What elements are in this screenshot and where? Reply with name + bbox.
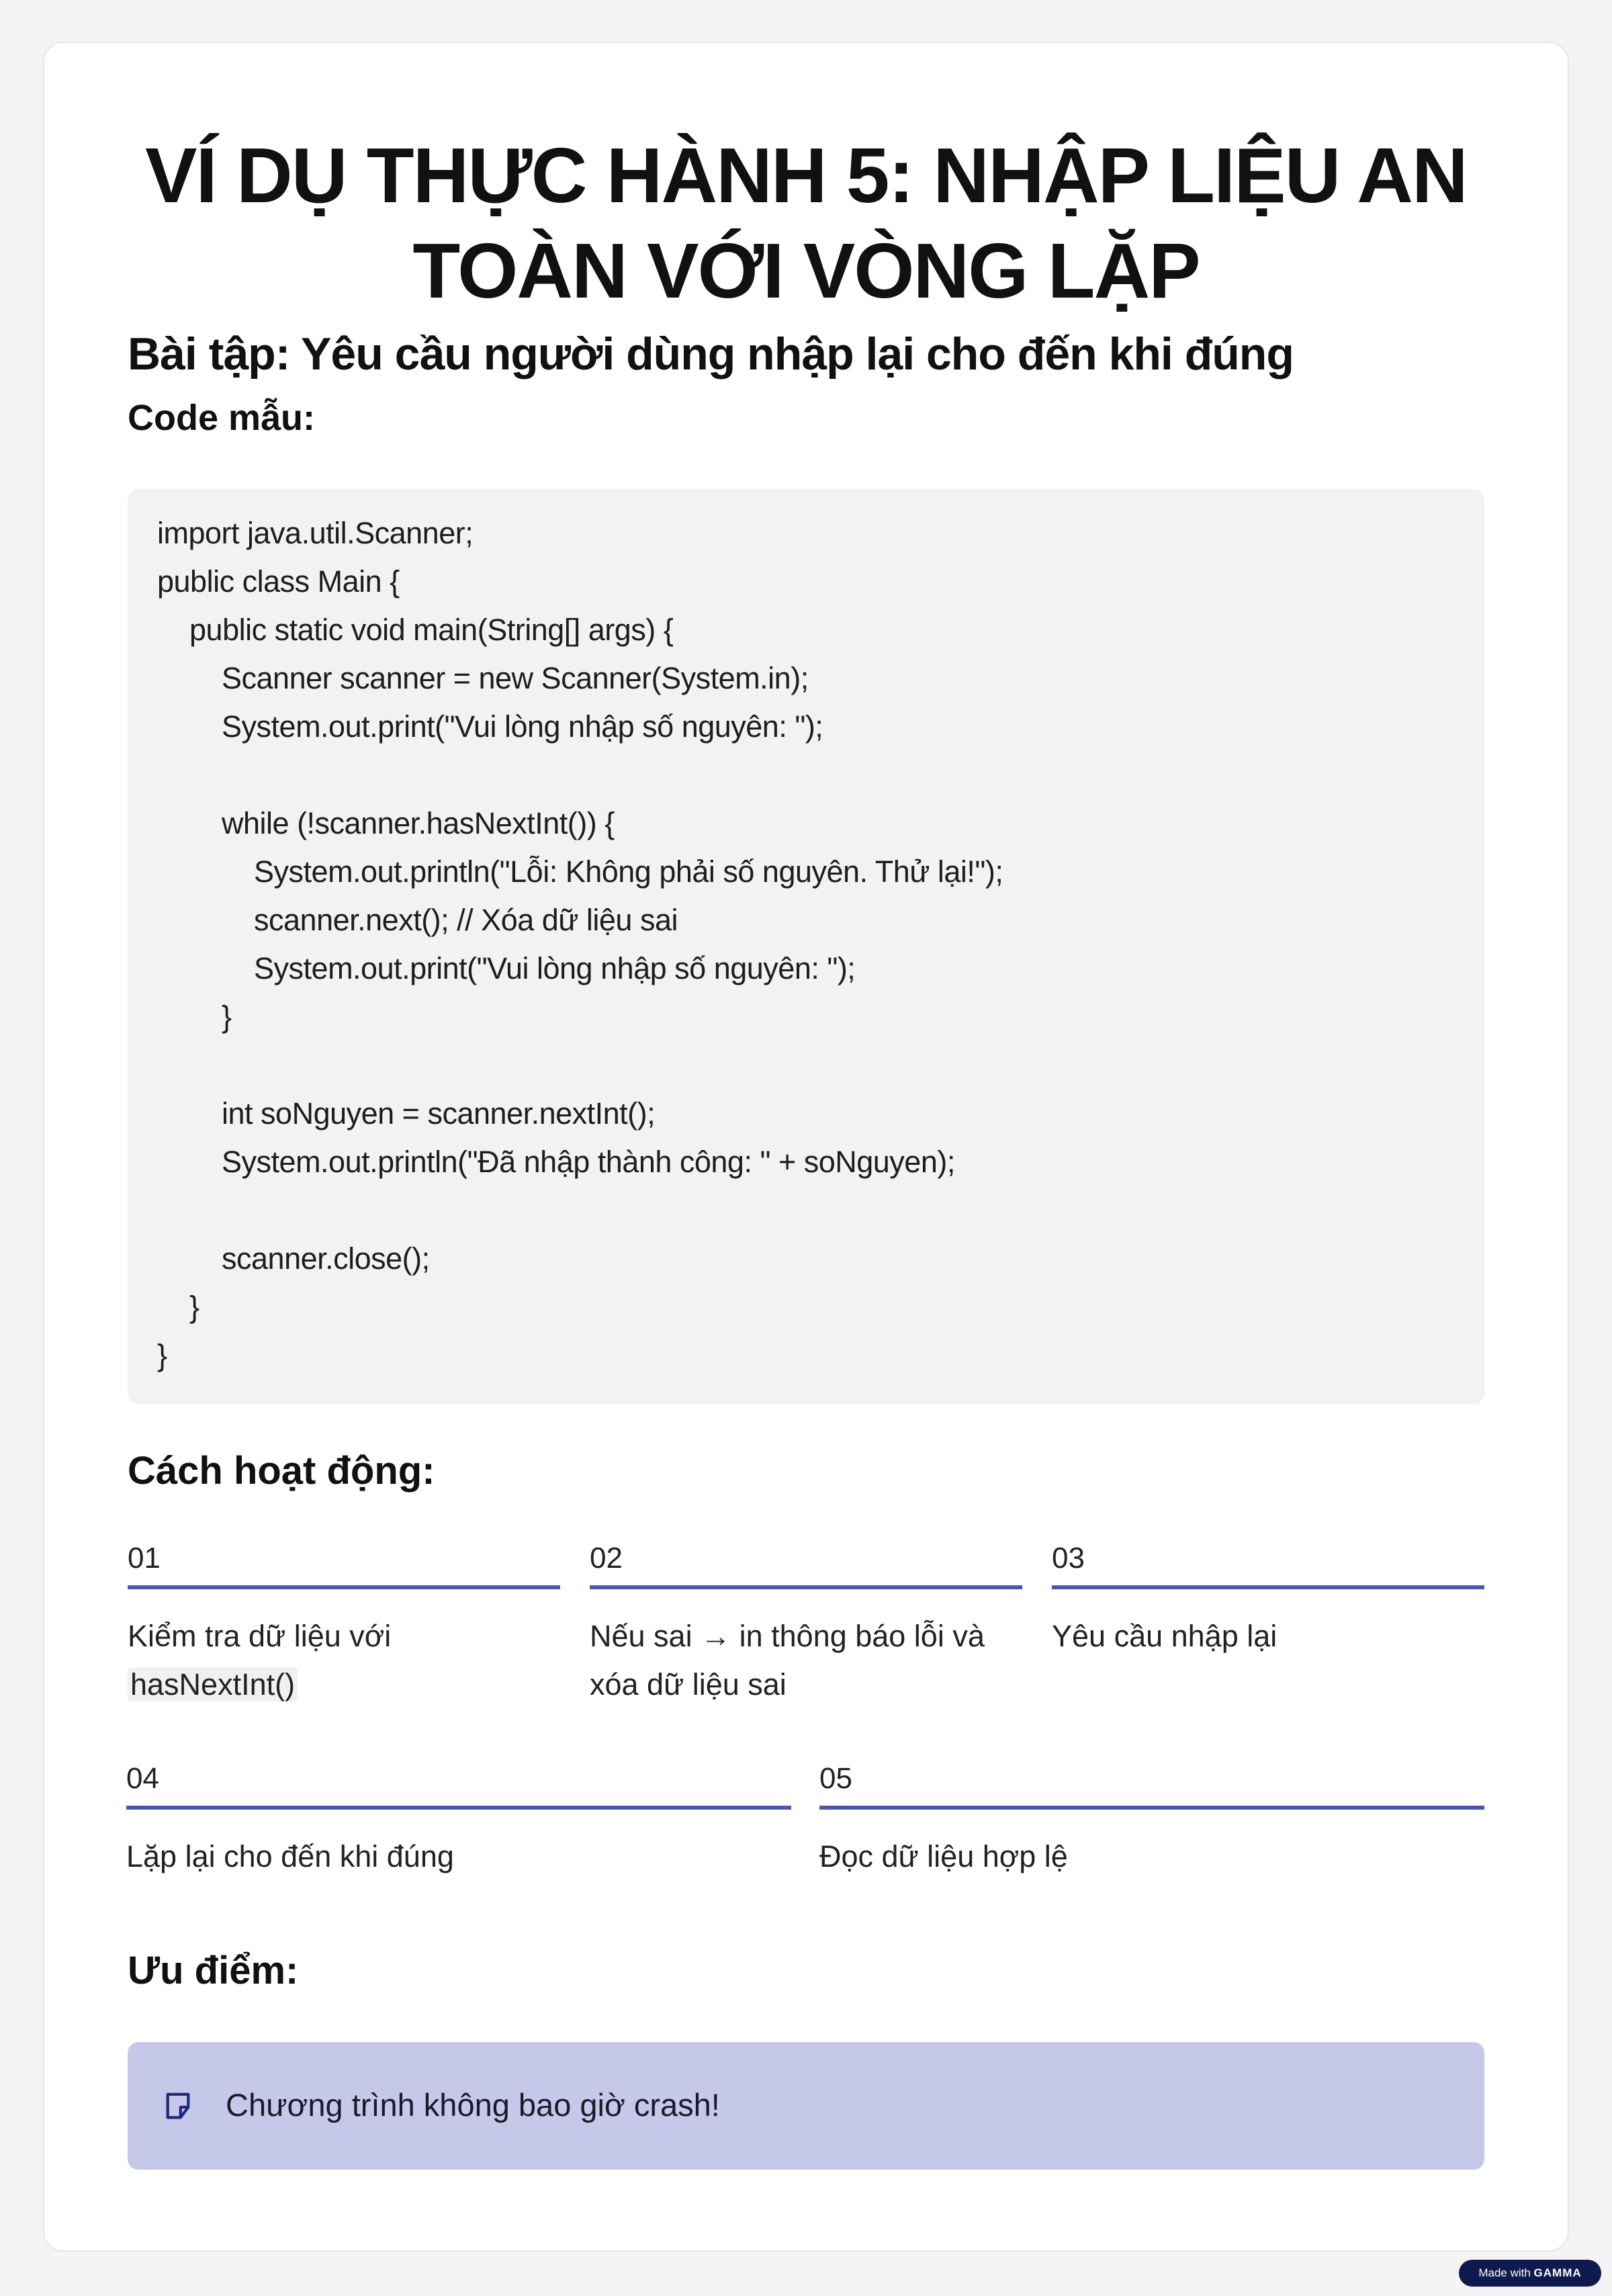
step-divider [819, 1806, 1484, 1810]
exercise-subtitle: Bài tập: Yêu cầu người dùng nhập lại cho… [128, 328, 1294, 380]
code-line: scanner.close(); [157, 1241, 430, 1276]
code-line: import java.util.Scanner; [157, 516, 474, 550]
step-number: 04 [126, 1762, 159, 1795]
code-line: while (!scanner.hasNextInt()) { [157, 806, 615, 840]
code-line: System.out.println("Lỗi: Không phải số n… [157, 854, 1003, 889]
code-line: } [157, 1338, 167, 1372]
code-line: public static void main(String[] args) { [157, 613, 674, 647]
step-divider [1052, 1585, 1484, 1589]
step-04: 04 Lặp lại cho đến khi đúng [126, 1759, 791, 1881]
code-line: Scanner scanner = new Scanner(System.in)… [157, 661, 809, 695]
step-number: 05 [819, 1762, 852, 1795]
step-number: 03 [1052, 1542, 1085, 1575]
step-text: Yêu cầu nhập lại [1052, 1619, 1278, 1653]
code-line: } [157, 1000, 232, 1034]
step-number: 01 [128, 1542, 161, 1575]
code-block: import java.util.Scanner; public class M… [128, 489, 1484, 1404]
advantage-callout: Chương trình không bao giờ crash! [128, 2042, 1484, 2170]
code-line: System.out.println("Đã nhập thành công: … [157, 1145, 955, 1179]
code-line: scanner.next(); // Xóa dữ liệu sai [157, 903, 678, 937]
step-divider [128, 1585, 560, 1589]
code-line: System.out.print("Vui lòng nhập số nguyê… [157, 951, 856, 985]
gamma-logo: GAMMA [1533, 2266, 1582, 2279]
inline-code: hasNextInt() [128, 1667, 298, 1702]
step-divider [590, 1585, 1022, 1589]
page-title: VÍ DỤ THỰC HÀNH 5: NHẬP LIỆU AN TOÀN VỚI… [145, 132, 1468, 314]
how-it-works-heading: Cách hoạt động: [128, 1449, 435, 1493]
badge-prefix: Made with [1478, 2266, 1531, 2279]
code-line: } [157, 1290, 199, 1324]
step-divider [126, 1806, 791, 1810]
callout-text: Chương trình không bao giờ crash! [226, 2087, 720, 2123]
advantages-heading: Ưu điểm: [128, 1949, 299, 1992]
step-number: 02 [590, 1542, 623, 1575]
step-text: Lặp lại cho đến khi đúng [126, 1839, 454, 1873]
step-text: Nếu sai → in thông báo lỗi và xóa dữ liệ… [590, 1619, 985, 1702]
code-heading: Code mẫu: [128, 398, 316, 438]
code-line: int soNguyen = scanner.nextInt(); [157, 1096, 656, 1131]
made-with-gamma-badge[interactable]: Made with GAMMA [1459, 2260, 1601, 2287]
step-description: Kiểm tra dữ liệu với [128, 1619, 392, 1653]
step-text: Đọc dữ liệu hợp lệ [819, 1839, 1068, 1873]
step-03: 03 Yêu cầu nhập lại [1052, 1538, 1484, 1661]
code-line: public class Main { [157, 564, 400, 599]
step-01: 01 Kiểm tra dữ liệu với hasNextInt() [128, 1538, 560, 1709]
code-line: System.out.print("Vui lòng nhập số nguyê… [157, 709, 823, 744]
step-02: 02 Nếu sai → in thông báo lỗi và xóa dữ … [590, 1538, 1022, 1709]
note-icon [166, 2092, 190, 2119]
step-05: 05 Đọc dữ liệu hợp lệ [819, 1759, 1484, 1881]
step-text: Kiểm tra dữ liệu với hasNextInt() [128, 1612, 560, 1709]
